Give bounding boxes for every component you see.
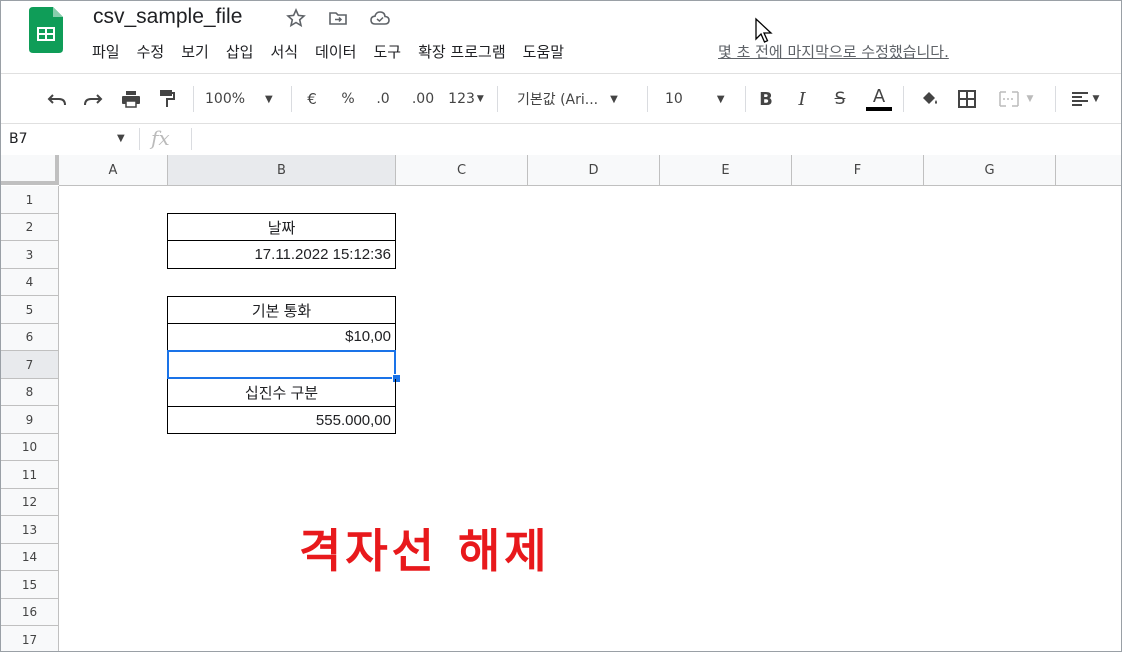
cell-b9[interactable]: 555.000,00 [167,406,396,434]
sheets-logo-icon[interactable] [29,7,63,53]
row-header-17[interactable]: 17 [1,626,59,651]
text-color-bar [866,106,892,111]
text-color-label: A [872,85,886,107]
cloud-saved-icon[interactable] [369,7,391,29]
column-header-a[interactable]: A [59,155,168,186]
formula-bar: B7 ▼ fx [1,123,1121,156]
menu-file[interactable]: 파일 [92,41,120,62]
currency-format-button[interactable]: € [303,87,321,111]
column-header-b[interactable]: B [168,155,396,186]
fx-icon: fx [151,126,170,150]
cell-b8[interactable]: 십진수 구분 [167,379,396,407]
column-header-d[interactable]: D [528,155,660,186]
chevron-down-icon: ▼ [476,94,484,104]
chevron-down-icon: ▼ [1092,94,1100,104]
bold-button[interactable]: B [755,87,777,111]
cell-b7-active[interactable] [167,350,396,379]
document-title[interactable]: csv_sample_file [93,5,242,29]
row-header-11[interactable]: 11 [1,461,59,489]
font-size-select[interactable]: 10 ▼ [665,87,737,111]
row-header-1[interactable]: 1 [1,186,59,214]
redo-icon[interactable] [79,87,107,111]
zoom-select[interactable]: 100% ▼ [205,87,285,111]
select-all-corner[interactable] [1,155,59,185]
last-edit-link[interactable]: 몇 초 전에 마지막으로 수정했습니다. [718,41,949,62]
cell-b6[interactable]: $10,00 [167,323,396,351]
row-header-10[interactable]: 10 [1,434,59,461]
move-to-folder-icon[interactable] [327,7,349,29]
row-header-7[interactable]: 7 [1,351,59,379]
cell-b5[interactable]: 기본 통화 [167,296,396,324]
chevron-down-icon[interactable]: ▼ [117,133,125,144]
row-header-4[interactable]: 4 [1,269,59,296]
column-header-g[interactable]: G [924,155,1056,186]
toolbar: 100% ▼ € % .0 .00 123 ▼ 기본값 (Ari... ▼ 10… [1,73,1121,124]
fill-color-icon[interactable] [917,87,941,111]
chevron-down-icon: ▼ [610,93,618,105]
row-header-9[interactable]: 9 [1,406,59,434]
chevron-down-icon: ▼ [716,93,725,105]
borders-icon[interactable] [955,87,979,111]
cell-b3[interactable]: 17.11.2022 15:12:36 [167,240,396,269]
row-header-8[interactable]: 8 [1,379,59,406]
column-header-f[interactable]: F [792,155,924,186]
horizontal-align-icon[interactable]: ▼ [1065,87,1105,111]
zoom-value: 100% [205,91,246,107]
row-header-5[interactable]: 5 [1,296,59,324]
menu-data[interactable]: 데이터 [315,41,356,62]
row-header-2[interactable]: 2 [1,214,59,241]
menu-extensions[interactable]: 확장 프로그램 [418,41,506,62]
more-formats-label: 123 [448,91,475,107]
chevron-down-icon: ▼ [265,93,273,105]
row-header-12[interactable]: 12 [1,489,59,516]
menu-insert[interactable]: 삽입 [226,41,254,62]
menu-edit[interactable]: 수정 [137,41,165,62]
text-color-button[interactable]: A [865,87,893,111]
paint-format-icon[interactable] [153,87,181,111]
menu-view[interactable]: 보기 [181,41,209,62]
column-header-e[interactable]: E [660,155,792,186]
column-header-h[interactable] [1056,155,1121,186]
column-header-c[interactable]: C [396,155,528,186]
menu-bar: 파일 수정 보기 삽입 서식 데이터 도구 확장 프로그램 도움말 [92,41,581,62]
menu-help[interactable]: 도움말 [523,41,564,62]
overlay-caption: 격자선 해제 [299,524,551,578]
font-size-value: 10 [665,91,683,107]
menu-format[interactable]: 서식 [270,41,298,62]
font-family-select[interactable]: 기본값 (Ari... ▼ [517,87,637,111]
mouse-cursor-icon [755,17,773,43]
cell-b2[interactable]: 날짜 [167,213,396,241]
italic-button[interactable]: I [791,87,813,111]
strikethrough-button[interactable]: S [829,87,851,111]
undo-icon[interactable] [43,87,71,111]
app-window: csv_sample_file 파일 수정 보기 삽입 서식 데이터 도구 확장… [0,0,1122,652]
print-icon[interactable] [117,87,145,111]
row-header-16[interactable]: 16 [1,599,59,626]
row-header-6[interactable]: 6 [1,324,59,351]
decrease-decimal-button[interactable]: .0 [371,87,395,111]
percent-format-button[interactable]: % [339,87,357,111]
name-box[interactable]: B7 [9,131,28,147]
more-formats-button[interactable]: 123 ▼ [445,87,487,111]
chevron-down-icon: ▼ [1026,94,1034,104]
star-icon[interactable] [285,7,307,29]
row-header-14[interactable]: 14 [1,544,59,571]
row-header-3[interactable]: 3 [1,241,59,269]
row-header-13[interactable]: 13 [1,516,59,544]
row-header-15[interactable]: 15 [1,571,59,599]
merge-cells-icon[interactable]: ▼ [993,87,1039,111]
font-family-value: 기본값 (Ari... [517,92,599,108]
increase-decimal-button[interactable]: .00 [409,87,437,111]
menu-tools[interactable]: 도구 [373,41,401,62]
